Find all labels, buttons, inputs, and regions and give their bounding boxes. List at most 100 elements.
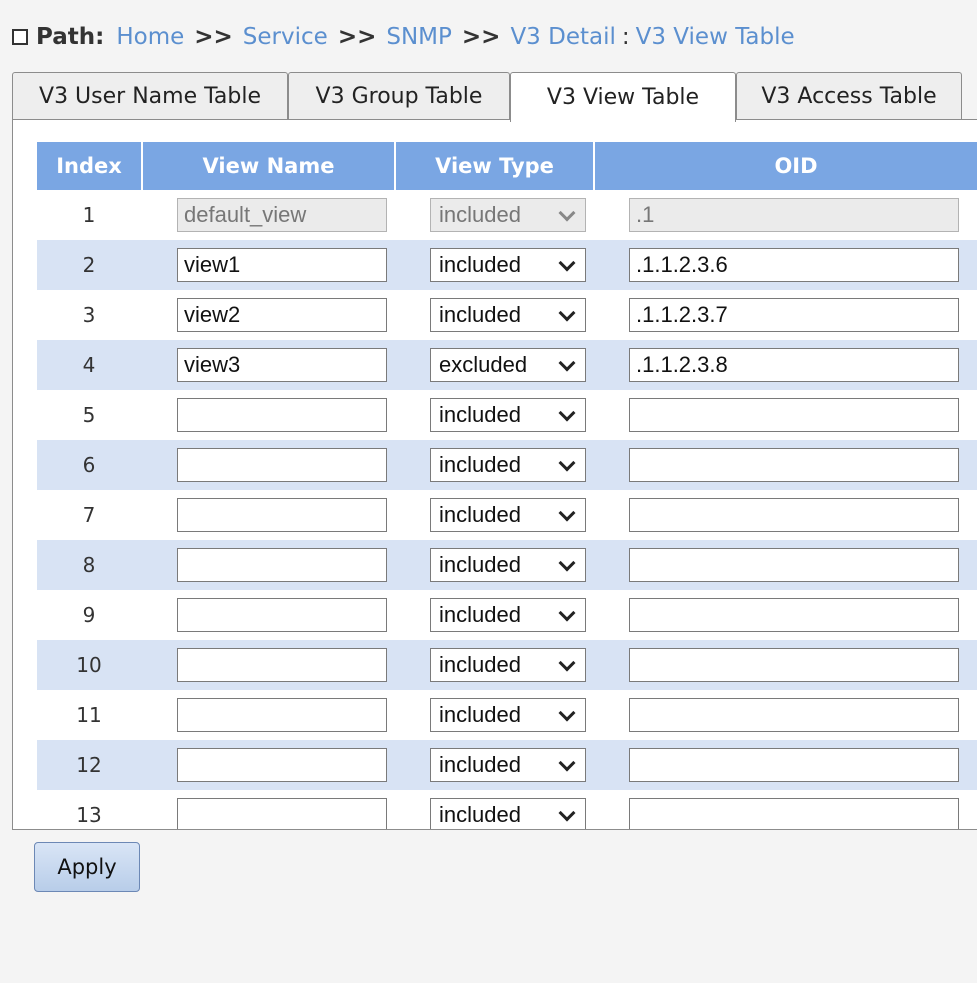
table-row: 13 included	[37, 790, 977, 829]
table-row: 10 included	[37, 640, 977, 690]
oid-input[interactable]	[629, 398, 959, 432]
chevron-down-icon	[558, 354, 576, 372]
table-row: 7 included	[37, 490, 977, 540]
oid-input[interactable]	[629, 548, 959, 582]
view-name-input[interactable]	[177, 798, 387, 829]
view-name-input[interactable]	[177, 248, 387, 282]
view-type-value: included	[439, 702, 521, 727]
view-type-select[interactable]: included	[430, 798, 586, 829]
tab-v3-access-table[interactable]: V3 Access Table	[736, 72, 962, 120]
view-name-input[interactable]	[177, 698, 387, 732]
view-type-value: included	[439, 402, 521, 427]
view-type-value: included	[439, 252, 521, 277]
breadcrumb-label: Path:	[36, 24, 105, 50]
chevron-down-icon	[558, 704, 576, 722]
tab-v3-user-name-table[interactable]: V3 User Name Table	[12, 72, 288, 120]
table-header: Index View Name View Type OID	[37, 142, 977, 190]
breadcrumb-link-snmp[interactable]: SNMP	[386, 24, 452, 50]
chevron-down-icon	[558, 554, 576, 572]
view-type-select: included	[430, 198, 586, 232]
chevron-down-icon	[558, 504, 576, 522]
breadcrumb: Path: Home >> Service >> SNMP >> V3 Deta…	[12, 20, 795, 54]
chevron-down-icon	[558, 604, 576, 622]
table-row: 3 included	[37, 290, 977, 340]
view-type-value: included	[439, 302, 521, 327]
oid-input[interactable]	[629, 798, 959, 829]
view-name-input[interactable]	[177, 348, 387, 382]
breadcrumb-separator: >>	[337, 24, 377, 50]
row-index: 8	[82, 553, 96, 577]
square-bullet-icon	[12, 29, 28, 45]
breadcrumb-link-service[interactable]: Service	[243, 24, 328, 50]
view-name-input[interactable]	[177, 498, 387, 532]
chevron-down-icon	[558, 754, 576, 772]
row-index: 9	[82, 603, 96, 627]
view-type-select[interactable]: included	[430, 698, 586, 732]
view-name-input[interactable]	[177, 748, 387, 782]
oid-input	[629, 198, 959, 232]
row-index: 6	[82, 453, 96, 477]
oid-input[interactable]	[629, 248, 959, 282]
breadcrumb-current: V3 View Table	[635, 24, 795, 50]
view-name-input[interactable]	[177, 298, 387, 332]
breadcrumb-link-v3-detail[interactable]: V3 Detail	[510, 24, 615, 50]
breadcrumb-separator: >>	[194, 24, 233, 50]
view-type-value: included	[439, 202, 521, 227]
row-index: 7	[82, 503, 96, 527]
view-type-select[interactable]: included	[430, 298, 586, 332]
row-index: 11	[76, 703, 102, 727]
view-type-value: excluded	[439, 352, 528, 377]
breadcrumb-separator: >>	[461, 24, 501, 50]
view-type-select[interactable]: included	[430, 548, 586, 582]
table-row: 6 included	[37, 440, 977, 490]
view-type-select[interactable]: included	[430, 398, 586, 432]
row-index: 4	[82, 353, 96, 377]
apply-button[interactable]: Apply	[34, 842, 140, 892]
row-index: 3	[82, 303, 96, 327]
view-table-panel: Index View Name View Type OID 1included2…	[12, 119, 977, 830]
oid-input[interactable]	[629, 448, 959, 482]
chevron-down-icon	[558, 404, 576, 422]
view-type-select[interactable]: excluded	[430, 348, 586, 382]
oid-input[interactable]	[629, 698, 959, 732]
view-type-value: included	[439, 802, 521, 827]
oid-input[interactable]	[629, 598, 959, 632]
view-name-input[interactable]	[177, 548, 387, 582]
table-row: 2 included	[37, 240, 977, 290]
breadcrumb-colon: :	[621, 24, 630, 50]
row-index: 1	[82, 203, 96, 227]
chevron-down-icon	[558, 204, 576, 222]
tab-v3-view-table[interactable]: V3 View Table	[510, 72, 736, 122]
header-view-name: View Name	[202, 154, 335, 178]
view-name-input[interactable]	[177, 448, 387, 482]
table-row: 9 included	[37, 590, 977, 640]
view-type-select[interactable]: included	[430, 648, 586, 682]
view-type-select[interactable]: included	[430, 248, 586, 282]
view-name-input[interactable]	[177, 398, 387, 432]
table-row: 5 included	[37, 390, 977, 440]
table-row: 12 included	[37, 740, 977, 790]
view-name-input	[177, 198, 387, 232]
view-type-select[interactable]: included	[430, 748, 586, 782]
view-type-value: included	[439, 502, 521, 527]
chevron-down-icon	[558, 654, 576, 672]
view-name-input[interactable]	[177, 598, 387, 632]
oid-input[interactable]	[629, 348, 959, 382]
header-index: Index	[56, 154, 122, 178]
view-name-input[interactable]	[177, 648, 387, 682]
chevron-down-icon	[558, 804, 576, 822]
view-type-select[interactable]: included	[430, 498, 586, 532]
header-view-type: View Type	[435, 154, 554, 178]
view-type-select[interactable]: included	[430, 448, 586, 482]
oid-input[interactable]	[629, 298, 959, 332]
oid-input[interactable]	[629, 498, 959, 532]
oid-input[interactable]	[629, 748, 959, 782]
chevron-down-icon	[558, 304, 576, 322]
oid-input[interactable]	[629, 648, 959, 682]
breadcrumb-link-home[interactable]: Home	[116, 24, 184, 50]
tab-v3-group-table[interactable]: V3 Group Table	[288, 72, 510, 120]
chevron-down-icon	[558, 454, 576, 472]
chevron-down-icon	[558, 254, 576, 272]
view-type-value: included	[439, 552, 521, 577]
view-type-select[interactable]: included	[430, 598, 586, 632]
